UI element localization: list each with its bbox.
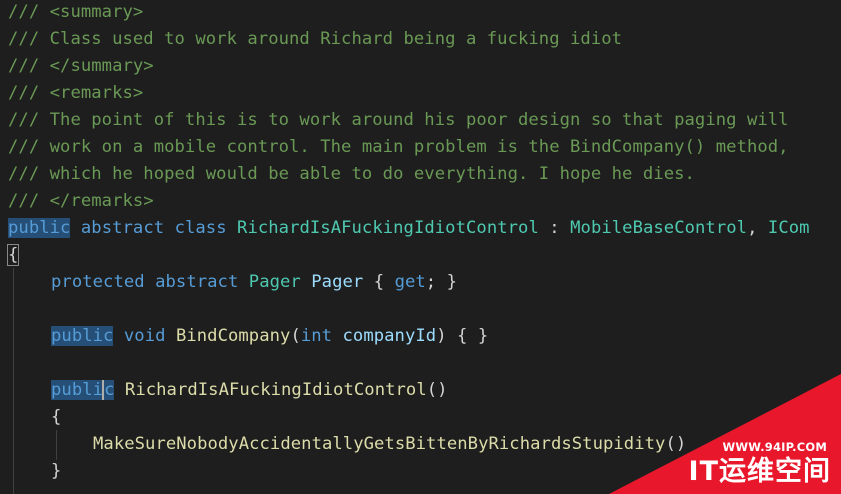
- code-line-13: public void BindCompany(int companyId) {…: [51, 323, 488, 350]
- keyword-part: publ: [51, 380, 93, 400]
- code-line-9: public abstract class RichardIsAFuckingI…: [8, 215, 810, 242]
- punctuation: ,: [747, 218, 758, 238]
- code-line-8: /// </remarks>: [8, 191, 154, 211]
- keyword: get: [394, 272, 426, 292]
- punctuation: ) { }: [436, 326, 489, 346]
- interface-name: ICom: [767, 218, 810, 238]
- code-line-11: protected abstract Pager Pager { get; }: [51, 269, 457, 296]
- indent-guide: [13, 268, 14, 494]
- keyword: class: [174, 218, 227, 238]
- method-call: MakeSureNobodyAccidentallyGetsBittenByRi…: [93, 434, 666, 454]
- watermark: WWW.94IP.COM IT运维空间: [609, 374, 841, 494]
- code-line-4: /// <remarks>: [8, 83, 144, 103]
- code-line-10: {: [6, 242, 20, 269]
- code-line-2: /// Class used to work around Richard be…: [8, 29, 623, 49]
- type-name: Pager: [248, 272, 301, 292]
- punctuation: (): [426, 380, 448, 400]
- keyword: public: [51, 380, 115, 400]
- code-line-18: }: [51, 461, 62, 481]
- code-line-5: /// The point of this is to work around …: [8, 110, 789, 130]
- keyword: public: [8, 218, 71, 238]
- constructor-name: RichardIsAFuckingIdiotControl: [124, 380, 427, 400]
- indent-guide: [56, 430, 57, 460]
- matching-brace: {: [6, 244, 20, 266]
- base-class: MobileBaseControl: [570, 218, 748, 238]
- punctuation: :: [549, 218, 560, 238]
- code-line-7: /// which he hoped would be able to do e…: [8, 164, 695, 184]
- method-name: BindCompany: [175, 326, 291, 346]
- parameter-name: companyId: [342, 326, 437, 346]
- keyword: abstract: [155, 272, 239, 292]
- keyword: abstract: [80, 218, 165, 238]
- code-line-15: public RichardIsAFuckingIdiotControl(): [51, 377, 448, 404]
- watermark-brand: IT运维空间: [688, 456, 831, 487]
- code-line-16: {: [51, 407, 62, 427]
- code-line-3: /// </summary>: [8, 56, 154, 76]
- code-line-6: /// work on a mobile control. The main p…: [8, 137, 789, 157]
- punctuation: {: [373, 272, 385, 292]
- keyword: void: [123, 326, 166, 346]
- keyword: public: [51, 326, 114, 346]
- keyword: protected: [51, 272, 145, 292]
- code-line-1: /// <summary>: [8, 2, 144, 22]
- class-name: RichardIsAFuckingIdiotControl: [237, 218, 539, 238]
- property-name: Pager: [311, 272, 364, 292]
- code-line-17: MakeSureNobodyAccidentallyGetsBittenByRi…: [93, 431, 686, 458]
- keyword-part: c: [104, 380, 115, 400]
- punctuation: ; }: [425, 272, 458, 292]
- keyword: int: [300, 326, 333, 346]
- punctuation: (: [290, 326, 301, 346]
